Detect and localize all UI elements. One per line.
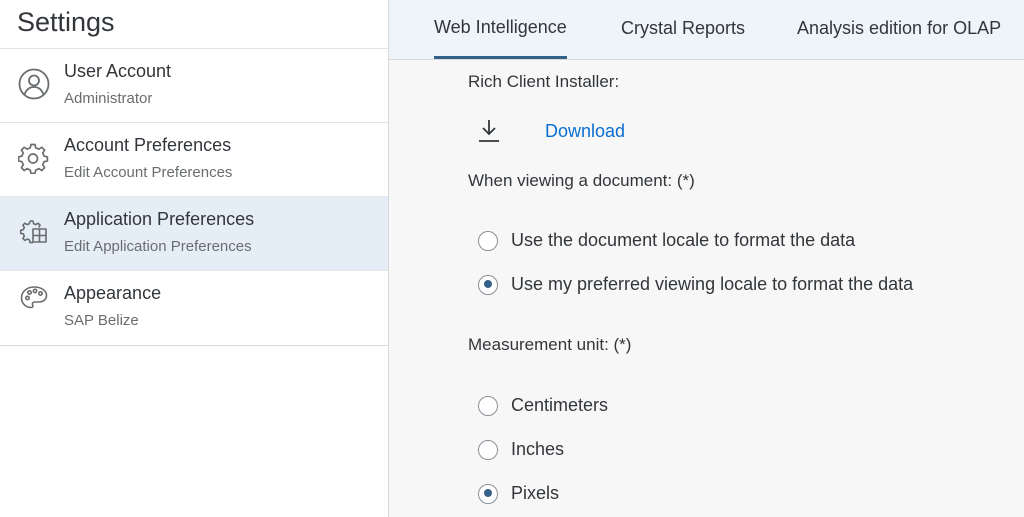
radio-label: Use the document locale to format the da… — [511, 230, 856, 250]
sidebar-item-title: User Account — [64, 61, 172, 81]
radio-label: Centimeters — [511, 395, 609, 415]
sidebar-item-subtitle: Edit Account Preferences — [64, 164, 233, 181]
gear-icon — [17, 141, 51, 175]
radio-button[interactable] — [478, 230, 498, 251]
main-panel: Web Intelligence Crystal Reports Analysi… — [389, 0, 1024, 517]
settings-app: Settings User Account Administrator Acco… — [0, 0, 1024, 517]
sidebar-item-title: Account Preferences — [64, 135, 232, 155]
radio-button-checked[interactable] — [478, 483, 498, 504]
nav-list: User Account Administrator Account Prefe… — [0, 49, 388, 346]
tab-analysis-olap[interactable]: Analysis edition for OLAP — [797, 0, 1001, 59]
radio-centimeters[interactable]: Centimeters — [478, 395, 608, 416]
sidebar-item-title: Appearance — [64, 283, 162, 303]
sidebar-header: Settings — [0, 0, 388, 49]
radio-label: Use my preferred viewing locale to forma… — [511, 274, 914, 294]
sidebar: Settings User Account Administrator Acco… — [0, 0, 389, 517]
sidebar-item-subtitle: SAP Belize — [64, 312, 139, 329]
radio-preferred-locale[interactable]: Use my preferred viewing locale to forma… — [478, 274, 913, 295]
sidebar-item-application-preferences[interactable]: Application Preferences Edit Application… — [0, 197, 388, 271]
sidebar-title: Settings — [17, 6, 115, 37]
download-icon[interactable] — [478, 118, 500, 144]
radio-label: Inches — [511, 439, 565, 459]
user-icon — [17, 67, 51, 101]
download-link[interactable]: Download — [545, 121, 625, 142]
radio-button-checked[interactable] — [478, 274, 498, 295]
radio-inches[interactable]: Inches — [478, 439, 564, 460]
measurement-label: Measurement unit: (*) — [468, 335, 632, 354]
radio-pixels[interactable]: Pixels — [478, 483, 559, 504]
sidebar-item-subtitle: Administrator — [64, 90, 153, 107]
tab-label: Analysis edition for OLAP — [797, 18, 1002, 38]
sidebar-item-account-preferences[interactable]: Account Preferences Edit Account Prefere… — [0, 123, 388, 197]
tab-web-intelligence[interactable]: Web Intelligence — [434, 0, 567, 59]
palette-icon — [17, 281, 51, 315]
tab-bar: Web Intelligence Crystal Reports Analysi… — [389, 0, 1024, 60]
tab-label: Web Intelligence — [434, 16, 567, 37]
viewing-label: When viewing a document: (*) — [468, 171, 695, 190]
radio-label: Pixels — [511, 483, 560, 503]
sidebar-item-title: Application Preferences — [64, 209, 255, 229]
sidebar-item-subtitle: Edit Application Preferences — [64, 238, 252, 255]
installer-label: Rich Client Installer: — [468, 72, 620, 91]
tab-crystal-reports[interactable]: Crystal Reports — [621, 0, 745, 59]
sidebar-item-user-account[interactable]: User Account Administrator — [0, 49, 388, 123]
radio-button[interactable] — [478, 395, 498, 416]
tab-label: Crystal Reports — [621, 18, 746, 38]
radio-button[interactable] — [478, 439, 498, 460]
app-settings-icon — [17, 215, 51, 249]
radio-document-locale[interactable]: Use the document locale to format the da… — [478, 230, 855, 251]
sidebar-item-appearance[interactable]: Appearance SAP Belize — [0, 271, 388, 345]
